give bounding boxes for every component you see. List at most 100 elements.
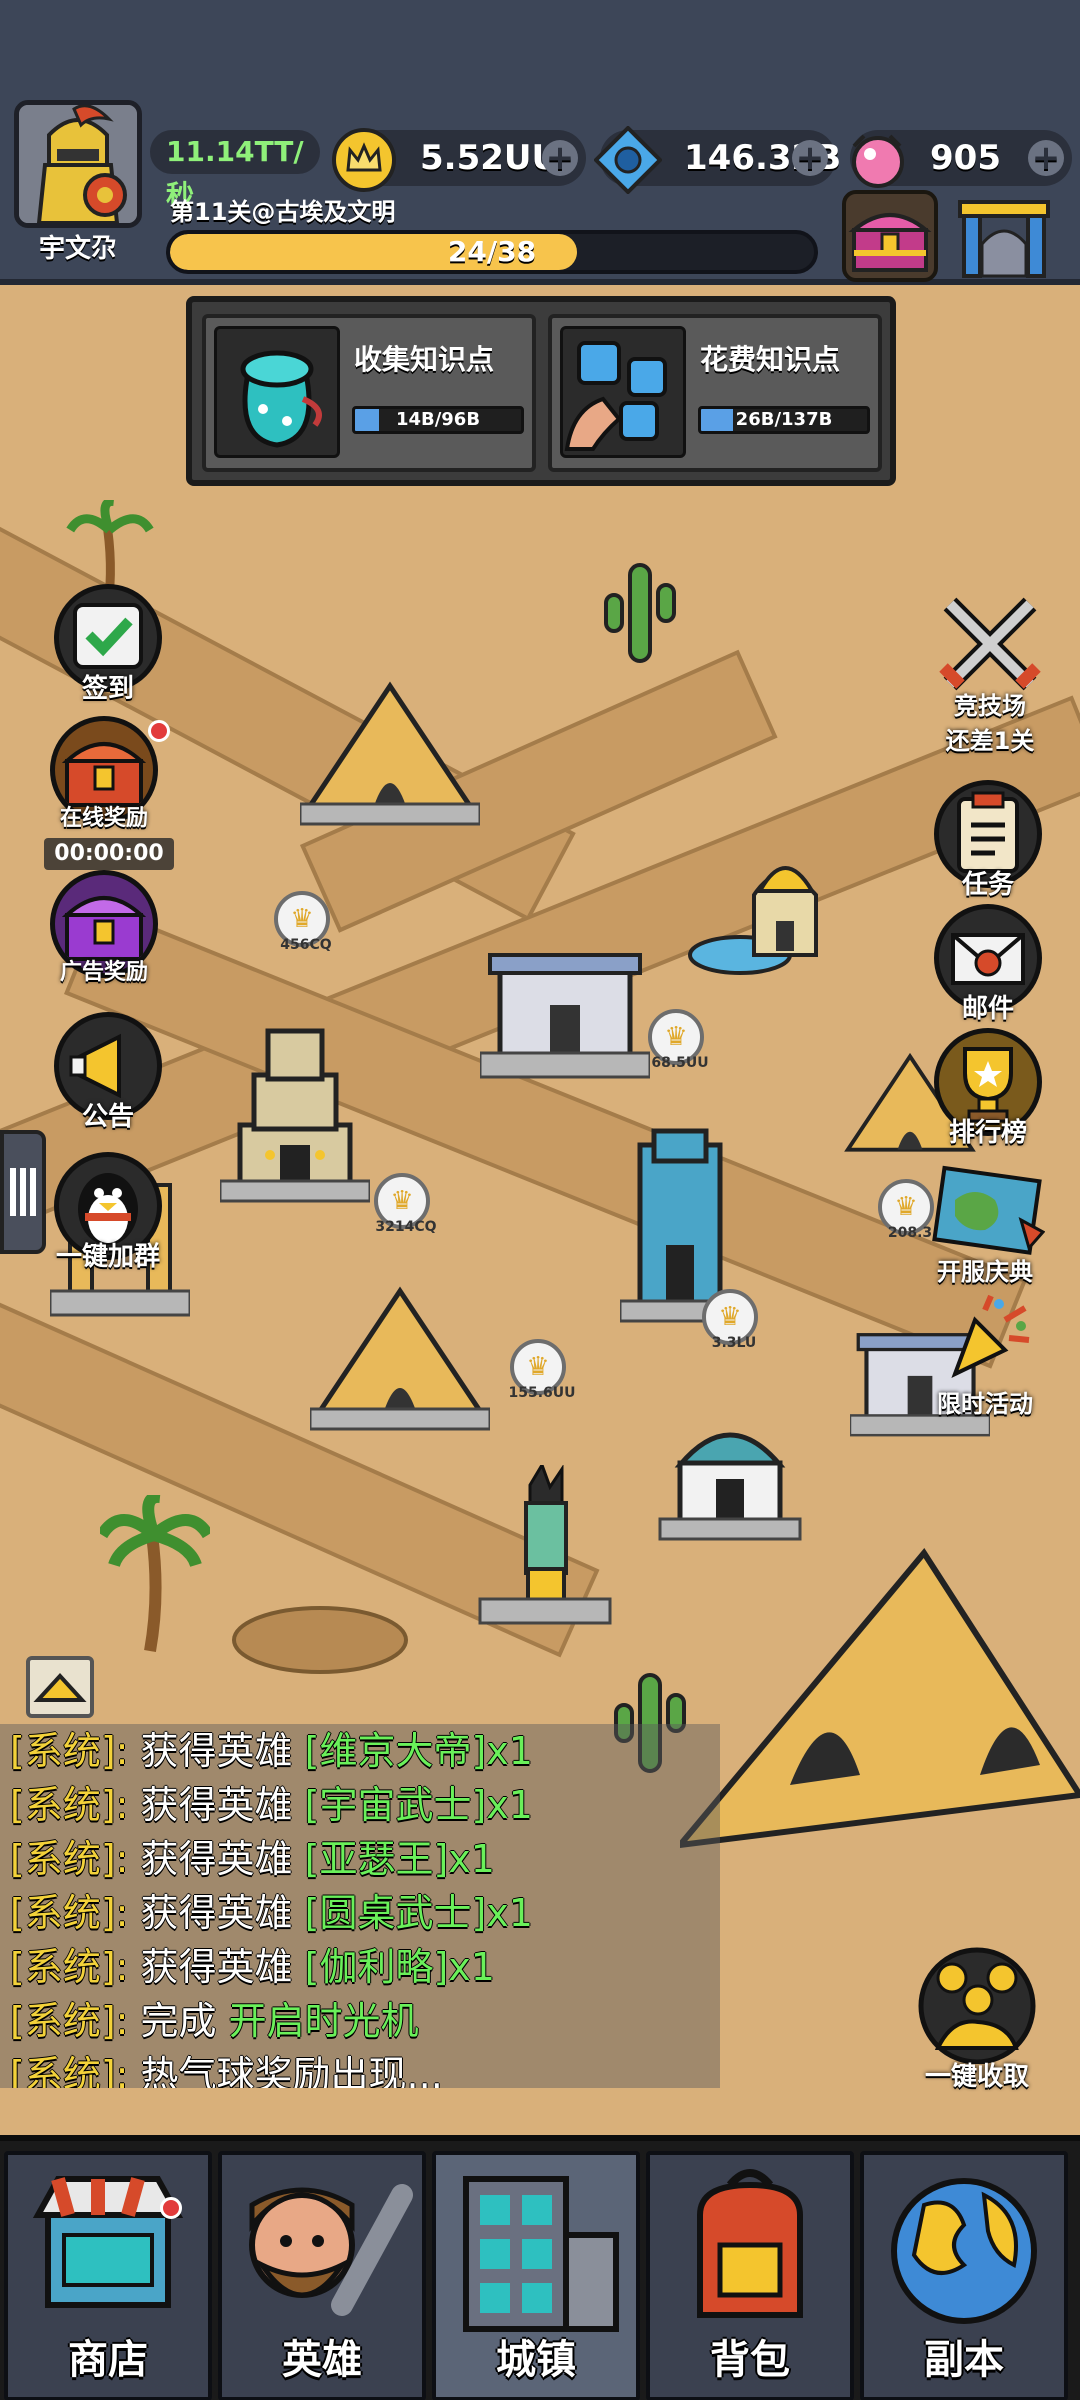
collect-all-label: 一键收取 — [924, 2062, 1029, 2092]
chat-collapse-button[interactable] — [26, 1656, 94, 1718]
gem-add-button[interactable]: + — [792, 140, 828, 176]
chat-line: [系统]: 获得英雄 [伽利略]x1 — [10, 1945, 495, 1989]
building-level-badge[interactable]: ♛ 68.5UU — [648, 1009, 709, 1071]
limited-event-button[interactable]: 限时活动 — [910, 1290, 1060, 1419]
menu-lines-icon — [10, 1168, 36, 1216]
building-output: 3214CQ — [375, 1219, 437, 1235]
cactus-decoration — [604, 563, 676, 663]
ad-reward-button[interactable]: 广告奖励 — [44, 870, 164, 986]
checkin-button[interactable]: 签到 — [48, 584, 168, 705]
treasure-chest-icon — [848, 213, 932, 272]
mail-button[interactable]: 邮件 — [928, 904, 1048, 1025]
arena-button[interactable]: 竞技场 还差1关 — [920, 584, 1060, 756]
building-output: 3.3LU — [711, 1335, 757, 1351]
knowledge-bag-icon — [214, 326, 340, 458]
shop-icon — [32, 2176, 184, 2308]
crown-coin-icon — [332, 128, 396, 192]
collect-knowledge-card[interactable]: 收集知识点 14B/96B — [202, 314, 536, 472]
candy-add-button[interactable]: + — [1028, 140, 1064, 176]
celebration-button[interactable]: 开服庆典 — [910, 1160, 1060, 1287]
building-level-badge[interactable]: ♛ 3214CQ — [374, 1173, 437, 1235]
building-level-badge[interactable]: ♛ 155.6UU — [508, 1339, 576, 1401]
dome-hut-building[interactable] — [680, 845, 840, 985]
chat-line: [系统]: 获得英雄 [宇宙武士]x1 — [10, 1783, 533, 1827]
great-pyramid-building[interactable] — [680, 1545, 1080, 1905]
player-name: 宇文尕 — [38, 234, 117, 264]
collect-hand-icon — [918, 1947, 1036, 2065]
crown-icon: ♛ — [390, 1186, 414, 1216]
crown-icon: ♛ — [526, 1352, 550, 1382]
portal-gate-icon — [958, 200, 1050, 278]
checkin-label: 签到 — [81, 674, 134, 704]
crown-icon: ♛ — [718, 1302, 742, 1332]
caveman-hero-icon — [249, 2184, 413, 2316]
player-avatar[interactable] — [14, 100, 142, 228]
online-reward-timer: 00:00:00 — [44, 838, 174, 870]
mail-label: 邮件 — [961, 994, 1014, 1024]
system-chat-log: [系统]: 获得英雄 [维京大帝]x1 [系统]: 获得英雄 [宇宙武士]x1 … — [0, 1724, 720, 2088]
notice-button[interactable]: 公告 — [48, 1012, 168, 1133]
tasks-label: 任务 — [961, 870, 1014, 900]
building-output: 155.6UU — [508, 1385, 576, 1401]
stage-title: 第11关@古埃及文明 — [170, 198, 396, 226]
rotunda-building[interactable] — [650, 1405, 810, 1545]
crown-resource: 5.52UU + — [332, 128, 586, 192]
spend-knowledge-title: 花费知识点 — [700, 343, 841, 376]
nav-town-label: 城镇 — [496, 2337, 576, 2383]
nav-dungeon[interactable]: 副本 — [860, 2151, 1068, 2400]
crown-add-button[interactable]: + — [542, 140, 578, 176]
knowledge-panel: 收集知识点 14B/96B 花费知识点 26B/137B — [186, 296, 896, 486]
nav-heroes[interactable]: 英雄 — [218, 2151, 426, 2400]
spartan-warrior-icon — [19, 105, 137, 223]
arena-requirement: 还差1关 — [945, 727, 1035, 755]
ad-reward-label: 广告奖励 — [59, 960, 148, 985]
chevron-up-icon — [33, 1673, 87, 1702]
globe-icon — [891, 2178, 1037, 2324]
treasure-chest-button[interactable] — [842, 190, 938, 282]
gem-resource: 146.32B + — [594, 126, 841, 194]
collect-all-button[interactable]: 一键收取 — [904, 1944, 1050, 2093]
nav-shop[interactable]: 商店 — [4, 2151, 212, 2400]
chat-line: [系统]: 获得英雄 [圆桌武士]x1 — [10, 1891, 533, 1935]
backpack-icon — [697, 2169, 803, 2318]
candy-value: 905 — [930, 138, 1001, 178]
ranking-button[interactable]: 排行榜 — [928, 1028, 1048, 1149]
limited-event-label: 限时活动 — [937, 1390, 1033, 1418]
stone-temple-building[interactable] — [480, 935, 650, 1085]
chat-line: [系统]: 获得英雄 [亚瑟王]x1 — [10, 1837, 495, 1881]
collect-knowledge-title: 收集知识点 — [354, 343, 495, 376]
building-level-badge[interactable]: ♛ 456CQ — [274, 891, 332, 953]
join-group-button[interactable]: 一键加群 — [48, 1152, 168, 1273]
building-level-badge[interactable]: ♛ 3.3LU — [702, 1289, 758, 1351]
crown-value: 5.52UU — [420, 138, 560, 178]
collect-knowledge-bar: 14B/96B — [352, 406, 524, 434]
nav-town[interactable]: 城镇 — [432, 2151, 640, 2400]
stage-progress-text: 24/38 — [447, 235, 537, 268]
ranking-label: 排行榜 — [948, 1118, 1027, 1148]
ziggurat-building[interactable] — [220, 1005, 370, 1205]
notice-label: 公告 — [81, 1102, 134, 1132]
building-output: 68.5UU — [651, 1055, 709, 1071]
palm-tree-decoration — [100, 1495, 210, 1653]
small-pyramid-building[interactable] — [310, 1285, 490, 1435]
crown-icon: ♛ — [290, 904, 314, 934]
candy-icon — [852, 134, 904, 188]
tasks-button[interactable]: 任务 — [928, 780, 1048, 901]
spend-knowledge-icon — [560, 326, 686, 458]
side-drawer-toggle[interactable] — [0, 1130, 46, 1254]
nav-heroes-label: 英雄 — [282, 2337, 362, 2383]
chat-line: [系统]: 获得英雄 [维京大帝]x1 — [10, 1729, 533, 1773]
online-reward-button[interactable]: 在线奖励 — [44, 716, 170, 832]
nav-backpack-label: 背包 — [710, 2337, 790, 2383]
time-gate-button[interactable] — [956, 194, 1052, 280]
spend-knowledge-bar: 26B/137B — [698, 406, 870, 434]
candy-resource: 905 + — [850, 130, 1072, 188]
nav-shop-label: 商店 — [68, 2337, 148, 2383]
nav-backpack[interactable]: 背包 — [646, 2151, 854, 2400]
small-pyramid-building[interactable] — [300, 680, 480, 830]
party-popper-icon — [951, 1294, 1030, 1378]
town-building-icon — [463, 2176, 619, 2332]
spend-knowledge-card[interactable]: 花费知识点 26B/137B — [548, 314, 882, 472]
stage-progress-bar: 24/38 — [166, 230, 818, 274]
anubis-statue-building[interactable] — [470, 1465, 620, 1635]
